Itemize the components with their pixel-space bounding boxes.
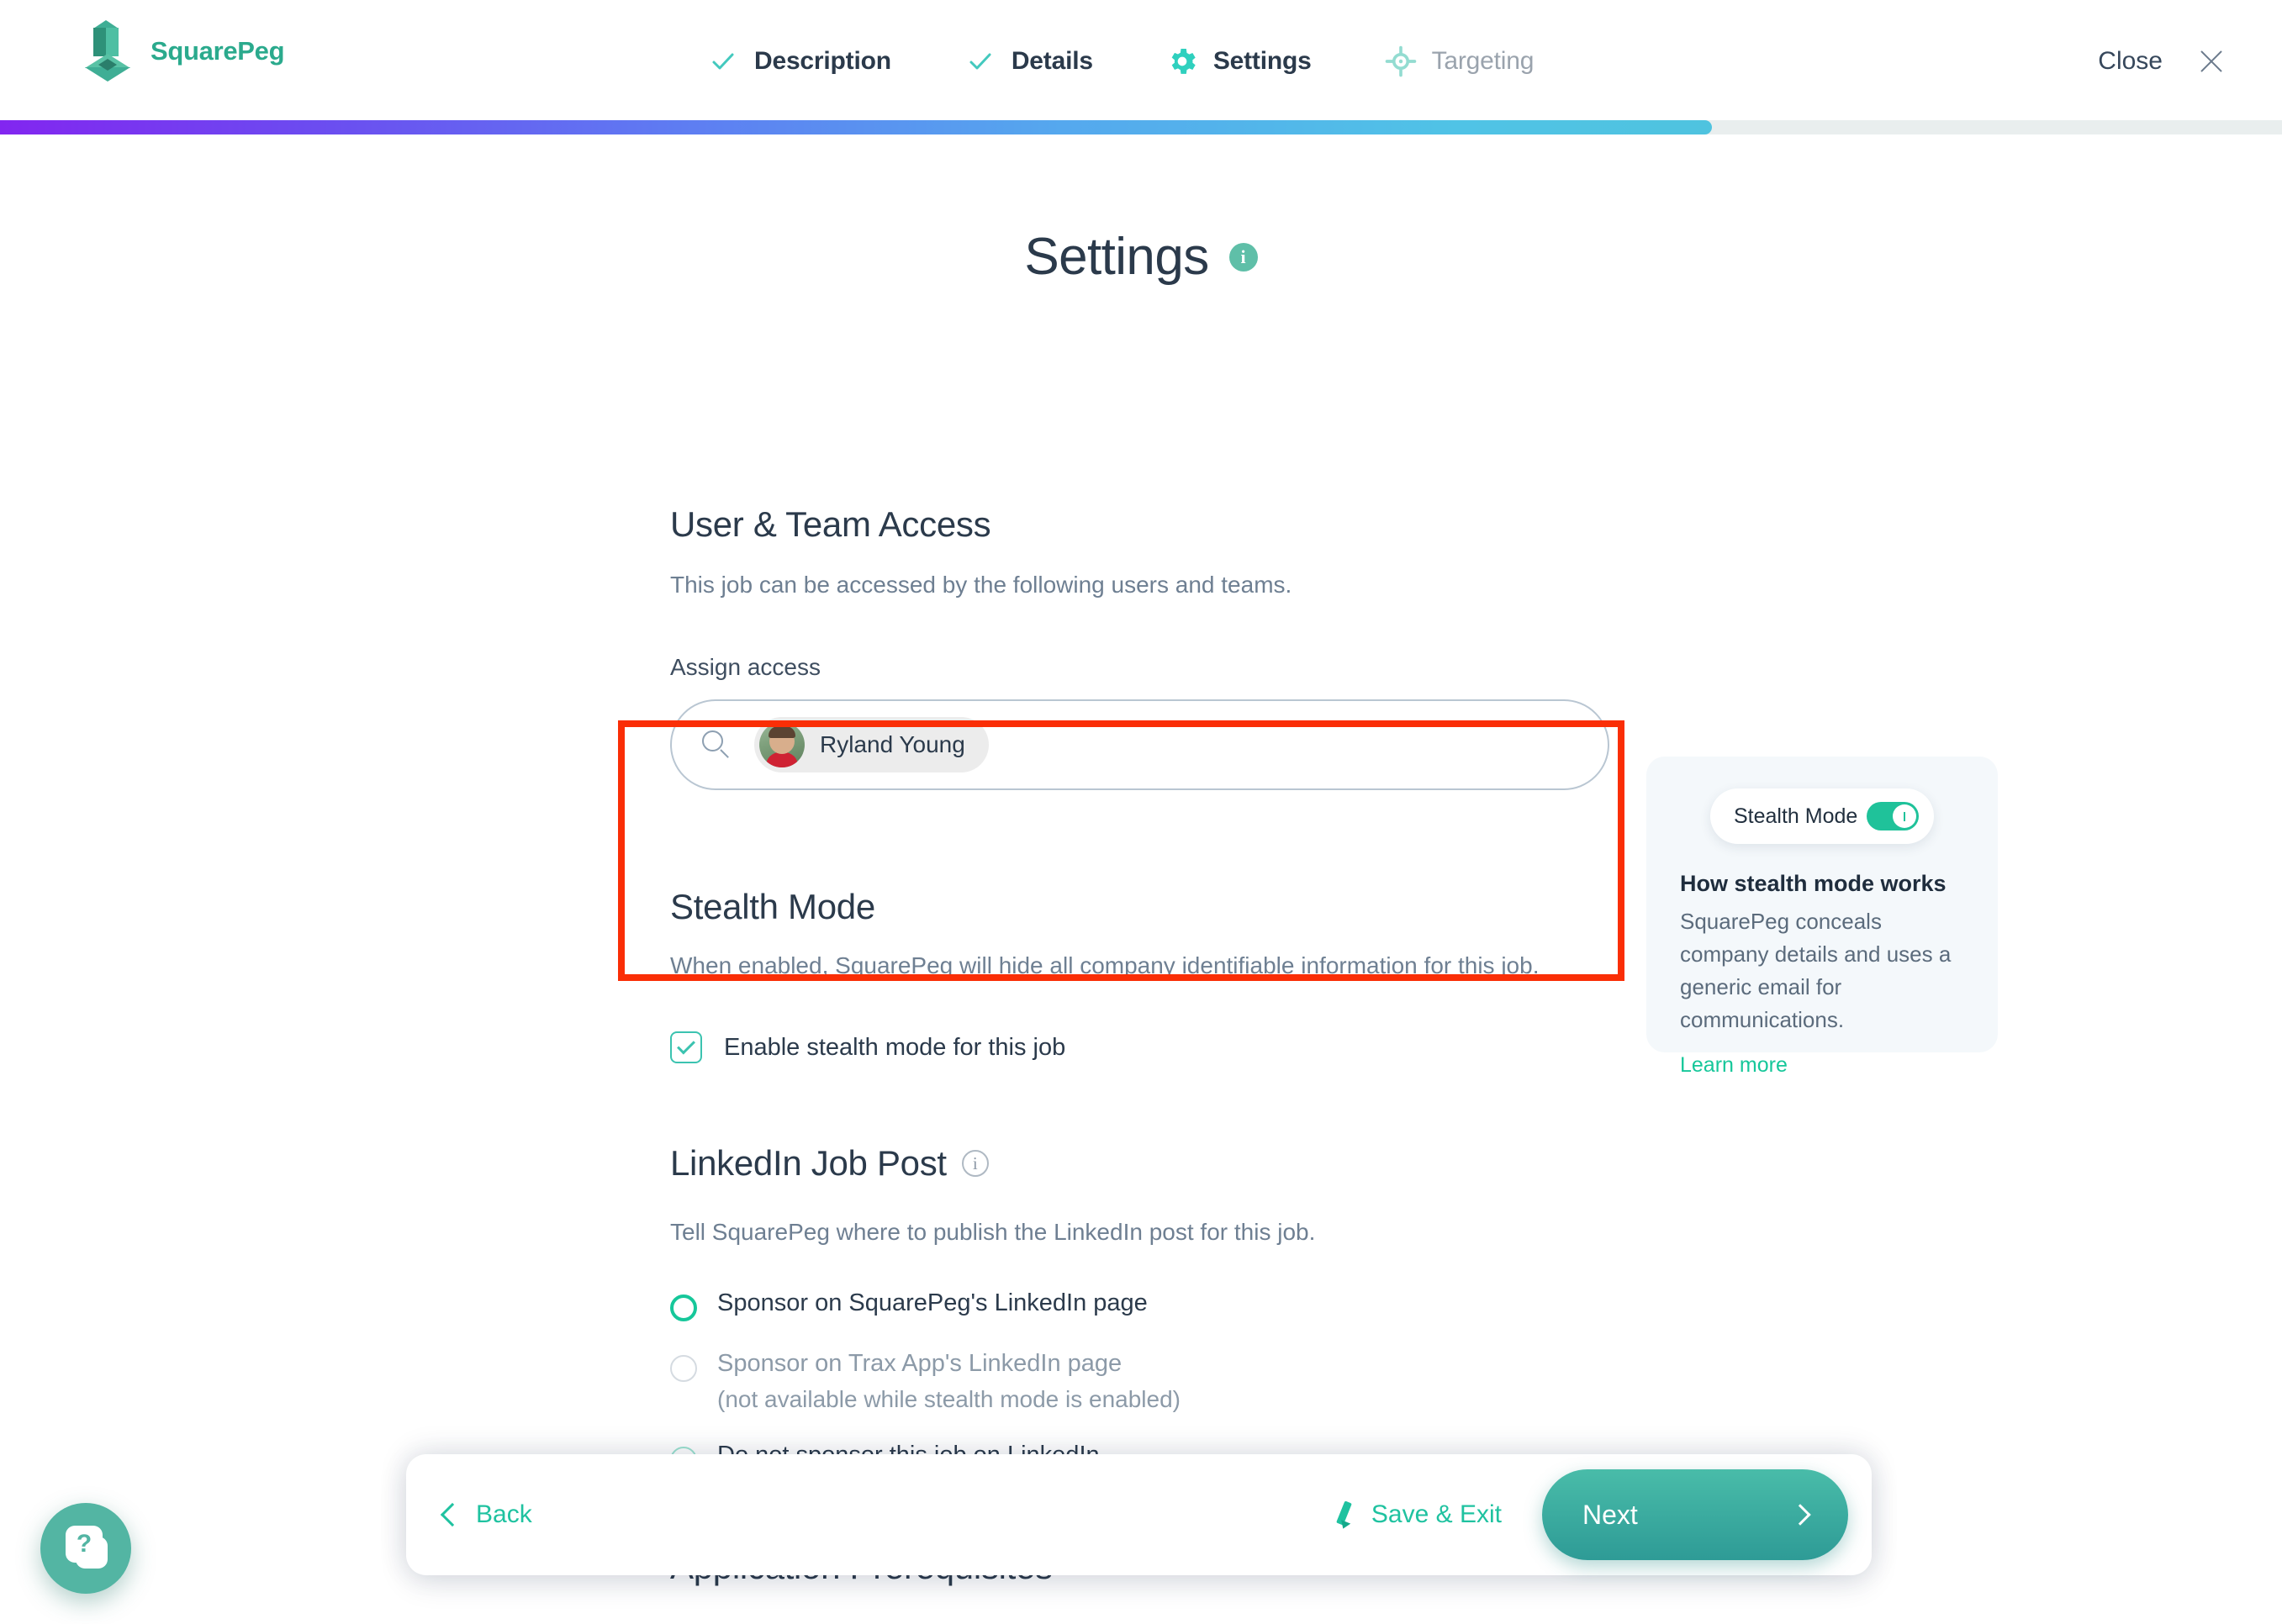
radio-option-squarepeg-page[interactable]: Sponsor on SquarePeg's LinkedIn page xyxy=(670,1289,1679,1321)
section-stealth-mode: Stealth Mode When enabled, SquarePeg wil… xyxy=(670,887,1620,1063)
radio-label: Sponsor on SquarePeg's LinkedIn page xyxy=(717,1289,1148,1316)
check-icon xyxy=(706,45,740,78)
next-button[interactable]: Next xyxy=(1542,1469,1848,1560)
search-icon xyxy=(700,729,732,761)
radio-icon-selected[interactable] xyxy=(670,1294,697,1321)
app-header: SquarePeg Description Details Settings T… xyxy=(0,0,2282,123)
tab-details-label: Details xyxy=(1011,47,1093,75)
gear-icon xyxy=(1165,45,1199,78)
brand-logo-group[interactable]: SquarePeg xyxy=(80,18,285,84)
user-access-heading: User & Team Access xyxy=(670,504,991,544)
help-button[interactable]: ? xyxy=(40,1503,131,1594)
assignee-name: Ryland Young xyxy=(820,731,965,757)
linkedin-radio-group: Sponsor on SquarePeg's LinkedIn page Spo… xyxy=(670,1289,1679,1474)
user-access-description: This job can be accessed by the followin… xyxy=(670,572,1292,598)
brand-name: SquarePeg xyxy=(151,36,285,66)
tab-settings[interactable]: Settings xyxy=(1165,45,1312,78)
stealth-checkbox-row[interactable]: Enable stealth mode for this job xyxy=(670,1031,1620,1063)
save-and-exit-button[interactable]: Save & Exit xyxy=(1331,1500,1502,1531)
stealth-heading: Stealth Mode xyxy=(670,887,875,926)
tab-details[interactable]: Details xyxy=(964,45,1093,78)
wizard-progress-track xyxy=(0,120,2282,134)
assign-access-input[interactable]: Ryland Young xyxy=(670,699,1609,790)
save-and-exit-label: Save & Exit xyxy=(1371,1500,1502,1528)
section-user-team-access: User & Team Access This job can be acces… xyxy=(670,504,1679,790)
tab-targeting[interactable]: Targeting xyxy=(1384,45,1535,78)
wizard-bottom-bar: Back Save & Exit Next xyxy=(406,1454,1872,1575)
tab-targeting-label: Targeting xyxy=(1431,47,1535,75)
crosshair-icon xyxy=(1384,45,1418,78)
linkedin-heading-row: LinkedIn Job Post i xyxy=(670,1143,1679,1184)
next-button-label: Next xyxy=(1582,1499,1638,1530)
back-button[interactable]: Back xyxy=(440,1500,532,1529)
tooltip-heading: How stealth mode works xyxy=(1680,871,1947,896)
close-button-label[interactable]: Close xyxy=(2098,47,2163,76)
tooltip-body: SquarePeg conceals company details and u… xyxy=(1680,909,1952,1032)
radio-option-trax-app-page[interactable]: Sponsor on Trax App's LinkedIn page (not… xyxy=(670,1350,1679,1413)
app-window: SquarePeg Description Details Settings T… xyxy=(0,0,2282,1624)
linkedin-description: Tell SquarePeg where to publish the Link… xyxy=(670,1219,1316,1245)
section-linkedin-job-post: LinkedIn Job Post i Tell SquarePeg where… xyxy=(670,1143,1679,1474)
stealth-checkbox[interactable] xyxy=(670,1031,702,1063)
close-group[interactable]: Close xyxy=(2098,0,2228,123)
tab-description[interactable]: Description xyxy=(706,45,891,78)
info-icon[interactable]: i xyxy=(1228,242,1258,272)
tab-settings-label: Settings xyxy=(1212,47,1312,75)
toggle-switch-on[interactable] xyxy=(1867,802,1919,830)
page-title: Settings xyxy=(1024,228,1209,286)
learn-more-link[interactable]: Learn more xyxy=(1680,1053,1788,1078)
help-question-icon: ? xyxy=(76,1530,92,1558)
radio-sublabel: (not available while stealth mode is ena… xyxy=(717,1386,1181,1412)
stealth-description: When enabled, SquarePeg will hide all co… xyxy=(670,952,1540,978)
radio-icon-disabled xyxy=(670,1355,697,1382)
avatar xyxy=(759,722,805,767)
squarepeg-logo-icon xyxy=(80,18,135,84)
stealth-mode-toggle-pill[interactable]: Stealth Mode xyxy=(1710,788,1934,844)
assign-access-label: Assign access xyxy=(670,654,821,680)
back-button-label: Back xyxy=(476,1500,532,1528)
tab-description-label: Description xyxy=(754,47,891,75)
info-icon[interactable]: i xyxy=(961,1150,989,1177)
close-icon[interactable] xyxy=(2195,45,2228,78)
pencil-icon xyxy=(1331,1500,1356,1531)
radio-label: Sponsor on Trax App's LinkedIn page xyxy=(717,1350,1123,1377)
linkedin-heading: LinkedIn Job Post xyxy=(670,1143,947,1183)
stealth-checkbox-label: Enable stealth mode for this job xyxy=(724,1033,1066,1061)
stealth-toggle-label: Stealth Mode xyxy=(1734,804,1858,828)
chevron-left-icon xyxy=(440,1502,465,1527)
wizard-tabs: Description Details Settings Targeting xyxy=(706,0,1534,123)
wizard-progress-fill xyxy=(0,120,1712,134)
chevron-right-icon xyxy=(1789,1504,1811,1526)
assignee-chip[interactable]: Ryland Young xyxy=(754,717,989,772)
check-icon xyxy=(964,45,997,78)
page-title-row: Settings i xyxy=(0,227,2282,287)
stealth-mode-tooltip-card: Stealth Mode How stealth mode works Squa… xyxy=(1646,757,1998,1077)
